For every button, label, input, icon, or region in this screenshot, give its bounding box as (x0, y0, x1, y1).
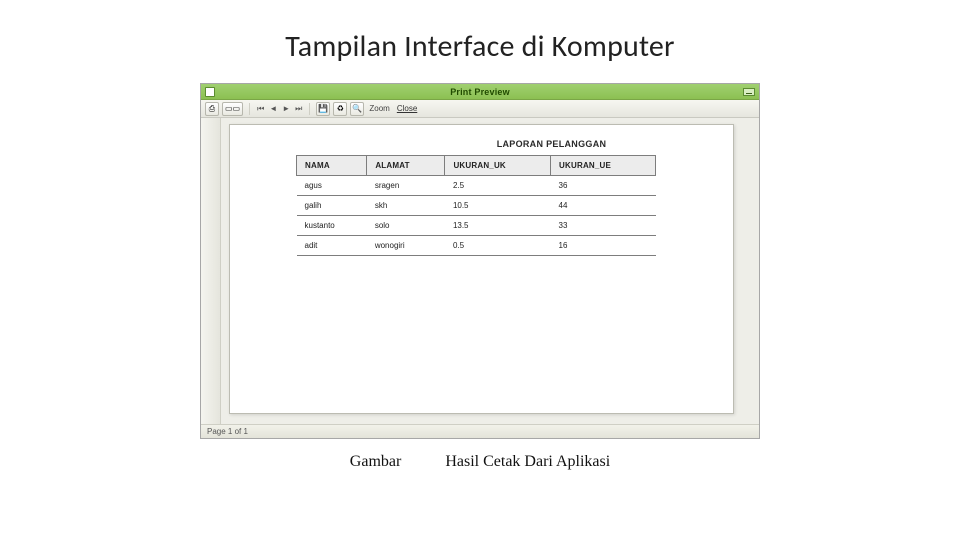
figure-caption: Gambar Hasil Cetak Dari Aplikasi (0, 453, 960, 471)
col-ue: UKURAN_UE (551, 156, 656, 176)
nav-first-icon[interactable]: ⏮ (256, 104, 265, 114)
magnifier-icon: 🔍 (352, 105, 362, 113)
separator (249, 103, 250, 115)
table-row: agus sragen 2.5 36 (297, 176, 656, 196)
minimize-button[interactable] (743, 88, 755, 96)
report-table: NAMA ALAMAT UKURAN_UK UKURAN_UE agus sra… (296, 155, 656, 256)
cell-ue: 33 (551, 216, 656, 236)
cell-uk: 2.5 (445, 176, 551, 196)
export-button[interactable]: 💾 (316, 102, 330, 116)
cell-ue: 36 (551, 176, 656, 196)
cell-alamat: wonogiri (367, 236, 445, 256)
slide-title: Tampilan Interface di Komputer (0, 0, 960, 77)
disk-icon: 💾 (318, 105, 328, 113)
window-titlebar: Print Preview (201, 84, 759, 100)
printer-icon: ⎙ (209, 105, 215, 113)
close-preview-link[interactable]: Close (397, 104, 417, 113)
cell-nama: agus (297, 176, 367, 196)
nav-next-icon[interactable]: ► (281, 104, 291, 113)
refresh-button[interactable]: ♻ (333, 102, 347, 116)
caption-text: Hasil Cetak Dari Aplikasi (445, 453, 610, 470)
page-layout-button[interactable]: ▭▭ (222, 102, 243, 116)
zoom-button[interactable]: 🔍 (350, 102, 364, 116)
caption-label: Gambar (350, 453, 402, 470)
col-nama: NAMA (297, 156, 367, 176)
cell-alamat: solo (367, 216, 445, 236)
zoom-label: Zoom (369, 104, 389, 113)
table-header-row: NAMA ALAMAT UKURAN_UK UKURAN_UE (297, 156, 656, 176)
recycle-icon: ♻ (337, 105, 344, 113)
nav-last-icon[interactable]: ⏭ (294, 104, 303, 114)
vertical-tabstrip (201, 118, 221, 424)
cell-uk: 0.5 (445, 236, 551, 256)
cell-alamat: skh (367, 196, 445, 216)
print-button[interactable]: ⎙ (205, 102, 219, 116)
print-preview-window: Print Preview ⎙ ▭▭ ⏮ ◄ ► ⏭ 💾 ♻ 🔍 Zoom Cl… (200, 83, 760, 439)
table-row: kustanto solo 13.5 33 (297, 216, 656, 236)
page-icon: ▭▭ (225, 105, 240, 113)
cell-uk: 10.5 (445, 196, 551, 216)
col-uk: UKURAN_UK (445, 156, 551, 176)
window-title: Print Preview (201, 87, 759, 97)
cell-uk: 13.5 (445, 216, 551, 236)
toolbar: ⎙ ▭▭ ⏮ ◄ ► ⏭ 💾 ♻ 🔍 Zoom Close (201, 100, 759, 118)
col-alamat: ALAMAT (367, 156, 445, 176)
table-row: galih skh 10.5 44 (297, 196, 656, 216)
cell-nama: adit (297, 236, 367, 256)
cell-ue: 44 (551, 196, 656, 216)
page-status: Page 1 of 1 (207, 427, 248, 436)
cell-ue: 16 (551, 236, 656, 256)
cell-nama: kustanto (297, 216, 367, 236)
report-title: LAPORAN PELANGGAN (390, 139, 713, 149)
cell-alamat: sragen (367, 176, 445, 196)
cell-nama: galih (297, 196, 367, 216)
preview-workspace: LAPORAN PELANGGAN NAMA ALAMAT UKURAN_UK … (201, 118, 759, 424)
report-page: LAPORAN PELANGGAN NAMA ALAMAT UKURAN_UK … (229, 124, 734, 414)
paper-viewport[interactable]: LAPORAN PELANGGAN NAMA ALAMAT UKURAN_UK … (221, 118, 759, 424)
nav-prev-icon[interactable]: ◄ (268, 104, 278, 113)
separator (309, 103, 310, 115)
status-bar: Page 1 of 1 (201, 424, 759, 438)
table-row: adit wonogiri 0.5 16 (297, 236, 656, 256)
